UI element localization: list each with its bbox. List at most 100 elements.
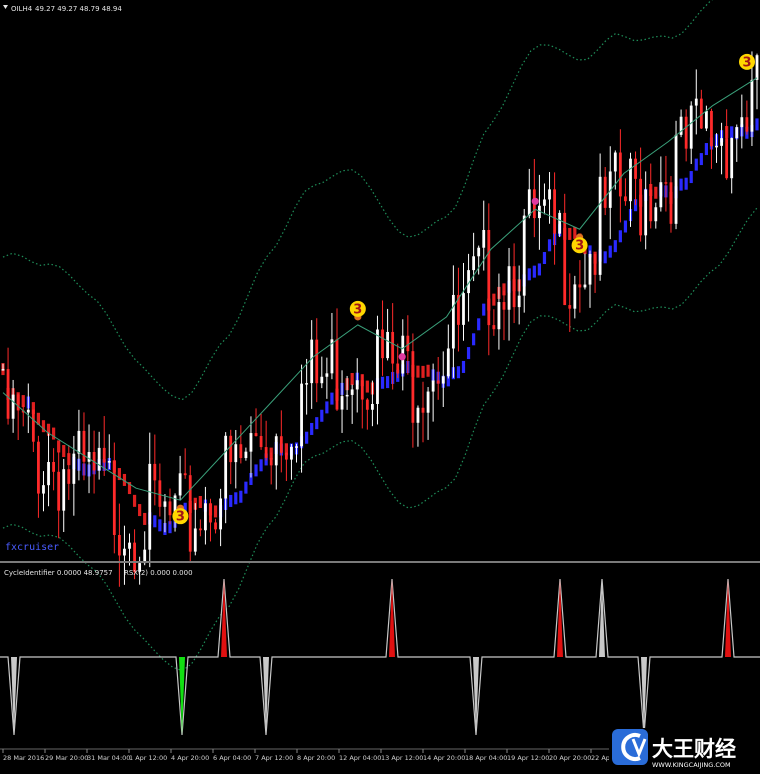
- candle-body: [57, 471, 61, 511]
- candle-body: [725, 138, 729, 179]
- trend-band-segment: [330, 392, 334, 405]
- candle-body: [674, 134, 678, 224]
- candle-body: [1, 369, 5, 371]
- candle-body: [345, 394, 349, 397]
- candle-body: [649, 189, 653, 222]
- candle-body: [618, 152, 622, 197]
- candle-body: [214, 522, 217, 530]
- candle-body: [487, 229, 491, 326]
- candle-body: [755, 55, 759, 80]
- trend-band-segment: [542, 252, 547, 265]
- trend-band-segment: [320, 409, 324, 422]
- candle-body: [320, 376, 324, 384]
- candle-body: [107, 461, 111, 463]
- candle-body: [42, 485, 45, 494]
- candle-body: [315, 339, 319, 384]
- candle-body: [229, 435, 233, 463]
- candle-body: [62, 469, 66, 511]
- candle-body: [183, 473, 187, 476]
- candle-body: [376, 329, 379, 404]
- time-tick-label: 19 Apr 12:00: [507, 754, 549, 762]
- candle-body: [204, 503, 207, 531]
- time-tick-label: 8 Apr 20:00: [297, 754, 335, 762]
- trend-band-segment: [456, 366, 461, 379]
- candle-body: [67, 469, 71, 484]
- candle-body: [381, 329, 384, 359]
- candle-body: [198, 528, 202, 531]
- trend-band-segment: [730, 126, 734, 139]
- candle-body: [527, 189, 531, 216]
- trend-band-segment: [466, 347, 471, 360]
- cycle-count-text: 3: [742, 55, 751, 70]
- trend-band-segment: [153, 515, 157, 528]
- trend-band-segment: [132, 494, 137, 507]
- candle-body: [553, 189, 556, 234]
- candle-body: [543, 199, 546, 206]
- trend-band-segment: [365, 380, 369, 393]
- candle-body: [421, 407, 425, 413]
- time-tick-label: 18 Apr 04:00: [465, 754, 507, 762]
- trend-band-segment: [426, 364, 430, 377]
- candle-body: [52, 461, 56, 472]
- candle-body: [168, 501, 172, 516]
- candle-body: [310, 339, 314, 384]
- trend-band-segment: [547, 239, 552, 252]
- candle-body: [112, 461, 116, 535]
- trend-band-segment: [380, 376, 385, 389]
- trend-band-segment: [315, 417, 319, 430]
- trend-band-segment: [613, 240, 617, 253]
- candle-body: [669, 182, 673, 224]
- candle-body: [371, 403, 374, 410]
- panel-divider[interactable]: [0, 561, 760, 563]
- candle-body: [16, 394, 20, 411]
- trend-band-segment: [527, 268, 531, 281]
- candle-body: [102, 447, 106, 463]
- candle-body: [472, 256, 476, 271]
- candle-body: [629, 158, 632, 202]
- candle-body: [335, 339, 339, 410]
- candle-body: [715, 145, 718, 148]
- forex-chart: OILH4 49.27 49.27 48.79 48.94 3 3 3 3 fxcru…: [0, 0, 760, 770]
- candle-body: [82, 430, 86, 462]
- trend-band-segment: [694, 158, 698, 171]
- candle-body: [593, 253, 597, 275]
- candle-body: [163, 501, 167, 507]
- sub-panel-header: CycleIdentifier 0.0000 48.9757 RSX(2) 0.…: [4, 569, 193, 577]
- trend-band-segment: [234, 492, 238, 505]
- swing-marker-icon: [531, 197, 539, 205]
- brand-logo: 大王财经 WWW.KINGCAIJING.COM: [609, 728, 760, 770]
- candle-body: [462, 293, 465, 325]
- cycle-count-text: 3: [176, 510, 185, 525]
- candle-body: [426, 391, 430, 413]
- candle-body: [750, 79, 754, 132]
- candle-body: [300, 383, 303, 447]
- trend-band-segment: [310, 422, 314, 435]
- chart-background: [0, 0, 760, 770]
- candle-body: [259, 436, 263, 448]
- time-tick-label: 6 Apr 04:00: [213, 754, 251, 762]
- candle-body: [578, 284, 582, 288]
- time-tick-label: 28 Mar 2016: [3, 754, 44, 762]
- candle-body: [6, 369, 10, 419]
- candle-body: [239, 444, 243, 459]
- candle-body: [279, 436, 283, 453]
- candle-body: [720, 138, 723, 146]
- trend-band-segment: [229, 494, 233, 507]
- candle-body: [37, 441, 40, 494]
- candle-body: [264, 447, 268, 458]
- candle-body: [123, 548, 126, 556]
- candle-body: [563, 212, 567, 306]
- trend-band-segment: [492, 293, 496, 306]
- main-panel-header: OILH4 49.27 49.27 48.79 48.94: [3, 5, 122, 13]
- candle-body: [128, 542, 131, 549]
- trend-band-segment: [699, 153, 703, 166]
- candle-body: [193, 528, 197, 552]
- trend-band-segment: [755, 118, 759, 131]
- logo-brand-en: WWW.KINGCAIJING.COM: [652, 761, 731, 769]
- candle-body: [634, 158, 637, 179]
- candle-body: [244, 451, 248, 459]
- candle-body: [477, 247, 481, 257]
- candle-body: [234, 444, 238, 463]
- candle-body: [613, 152, 617, 172]
- candle-body: [158, 480, 162, 507]
